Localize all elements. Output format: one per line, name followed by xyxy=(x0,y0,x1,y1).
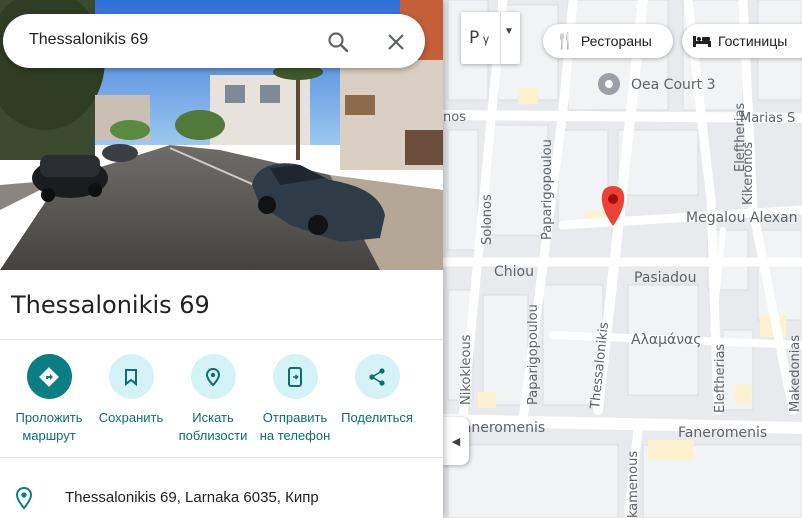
chevron-down-icon: ▼ xyxy=(504,26,514,37)
directions-label-line2: маршрут xyxy=(22,428,76,443)
map-label-faneromenis-left: Faneromenis xyxy=(456,420,546,436)
map-label-nos: nos xyxy=(443,110,466,125)
map-label-chiou: Chiou xyxy=(494,264,534,280)
send-label-line2: на телефон xyxy=(259,428,331,443)
nearby-label-line2: поблизости xyxy=(178,428,248,443)
map-label-eleftherias-bottom: Eleftherias xyxy=(713,343,728,413)
map-label-paparigopoulou-top: Paparigopoulou xyxy=(540,139,555,240)
map-label-pasiadou: Pasiadou xyxy=(634,270,697,286)
divider xyxy=(0,457,443,458)
nearby-label-line1: Искать xyxy=(192,410,234,425)
directions-icon xyxy=(26,354,72,399)
place-address[interactable]: Thessalonikis 69, Larnaka 6035, Кипр xyxy=(65,489,319,506)
phone-icon xyxy=(272,354,318,399)
restaurants-chip-label: Рестораны xyxy=(580,33,652,49)
send-to-phone-button[interactable]: Отправить на телефон xyxy=(250,354,340,445)
place-title: Thessalonikis 69 xyxy=(11,291,210,319)
car-left xyxy=(32,155,108,202)
divider xyxy=(0,339,443,340)
restaurants-chip[interactable]: 🍴 Рестораны xyxy=(543,24,673,58)
hotels-chip[interactable]: Гостиницы xyxy=(682,24,802,58)
share-label: Поделиться xyxy=(341,410,413,425)
location-marker-icon xyxy=(15,486,33,510)
search-nearby-button[interactable]: Искать поблизости xyxy=(168,354,258,445)
layer-type-label: Р xyxy=(469,28,480,48)
share-button[interactable]: Поделиться xyxy=(332,354,422,427)
search-input[interactable]: Thessalonikis 69 xyxy=(29,31,148,49)
save-button[interactable]: Сохранить xyxy=(86,354,176,427)
map-label-megalou: Megalou Alexan xyxy=(686,210,798,226)
map-label-makedonias: Makedonias xyxy=(788,334,802,412)
map-label-paparigopoulou-bottom: Paparigopoulou xyxy=(526,304,541,405)
map-label-kikeronos: Kikeronos xyxy=(741,141,756,205)
map-canvas[interactable]: Oea Court 3 Marias S nos Megalou Alexan … xyxy=(443,0,802,518)
directions-label-line1: Проложить xyxy=(15,410,83,425)
bookmark-icon xyxy=(108,354,154,399)
restaurant-icon: 🍴 xyxy=(555,33,575,50)
map-label-faneromenis-right: Faneromenis xyxy=(678,425,768,441)
place-panel: Thessalonikis 69 Thessalonikis 69 Пролож… xyxy=(0,0,443,518)
close-icon[interactable] xyxy=(385,31,407,53)
hotels-chip-label: Гостиницы xyxy=(718,33,788,49)
hotel-icon xyxy=(693,36,711,47)
share-icon xyxy=(354,354,400,399)
send-label-line1: Отправить xyxy=(262,410,328,425)
map-label-kamenous: kamenous xyxy=(626,450,641,518)
map-label-solonos: Solonos xyxy=(480,194,495,245)
collapse-panel-button[interactable]: ◀ xyxy=(443,417,469,465)
layer-type-button[interactable]: Р γ ▼ xyxy=(461,12,520,64)
chevron-left-icon: ◀ xyxy=(451,435,461,448)
map-label-marias: Marias S xyxy=(740,111,796,126)
search-box[interactable]: Thessalonikis 69 xyxy=(3,14,425,68)
layer-type-sub-icon: γ xyxy=(483,32,489,46)
map-label-alamanas: Αλαμάνας xyxy=(631,332,702,348)
map-label-nikokleous: Nikokleous xyxy=(459,334,474,405)
search-icon[interactable] xyxy=(326,30,350,54)
map-label-oea-court[interactable]: Oea Court 3 xyxy=(631,77,715,93)
save-label: Сохранить xyxy=(98,410,164,425)
nearby-icon xyxy=(190,354,236,399)
directions-button[interactable]: Проложить маршрут xyxy=(4,354,94,445)
